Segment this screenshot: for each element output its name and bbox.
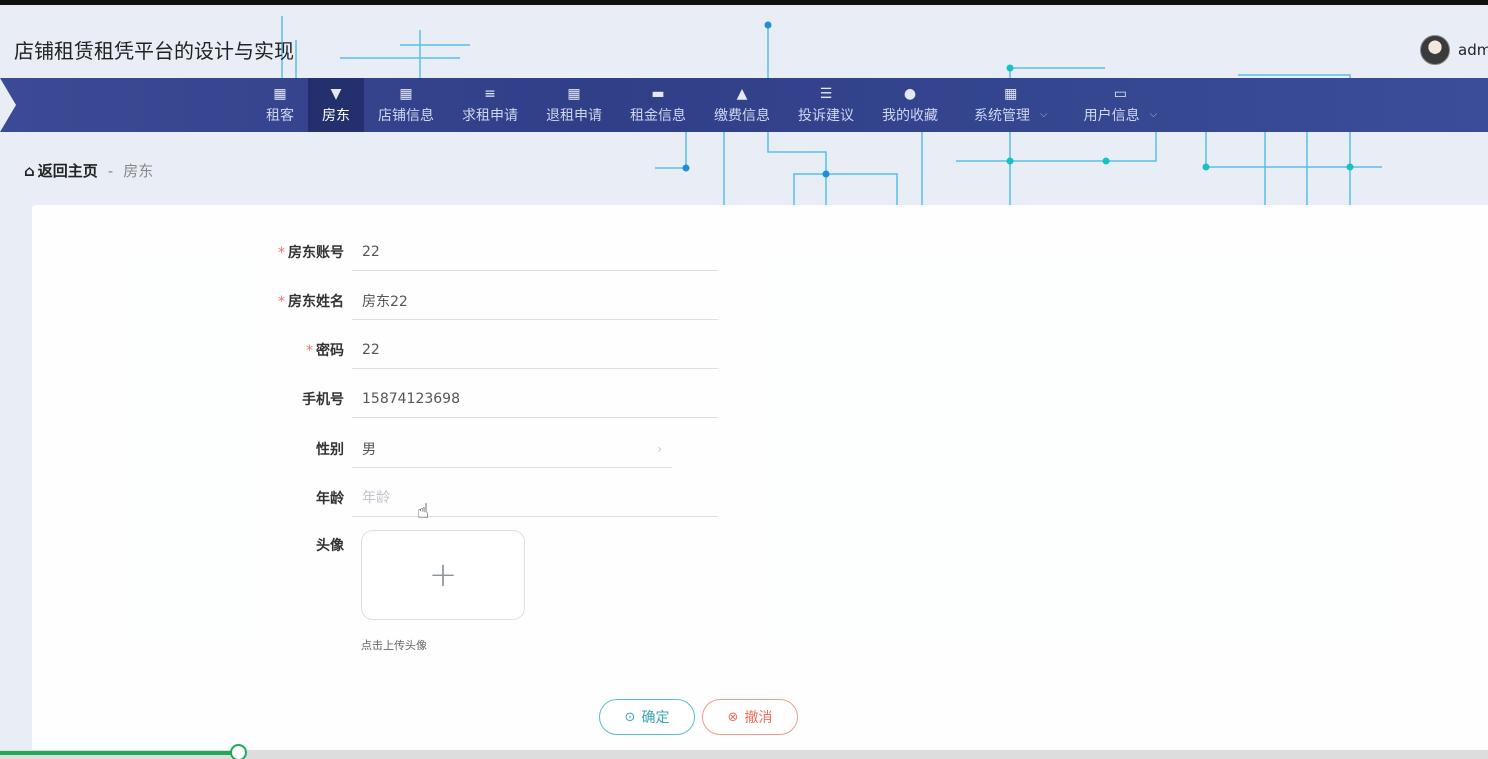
nav-item-complaints[interactable]: ☰ 投诉建议 xyxy=(784,78,868,132)
store-icon: ▬ xyxy=(651,85,665,102)
form-row-avatar: 头像 xyxy=(32,535,352,555)
avatar-upload-box[interactable]: + xyxy=(361,530,525,620)
nav-item-rent-info[interactable]: ▬ 租金信息 xyxy=(616,78,700,132)
chevron-down-icon: ⌵ xyxy=(1149,109,1158,120)
card-icon: ▭ xyxy=(1113,85,1127,102)
landlord-form-panel: *房东账号 *房东姓名 *密码 手机号 性别 男 › 年龄 头像 + 点击上传头… xyxy=(32,205,1488,759)
nav-item-system-management[interactable]: ▦ 系统管理 ⌵ xyxy=(952,78,1070,132)
chevron-down-icon: ⌵ xyxy=(1040,109,1048,120)
nav-item-label: 租客 xyxy=(266,107,294,124)
nav-item-label: 缴费信息 xyxy=(714,107,770,124)
form-row-phone: 手机号 xyxy=(32,380,718,418)
main-navbar: ▦ 租客 ▼ 房东 ▦ 店铺信息 ≡ 求租申请 ▦ 退租申请 ▬ 租金信息 ▲ … xyxy=(0,78,1488,132)
name-label: * 房东姓名 xyxy=(278,294,344,310)
form-row-gender: 性别 男 › xyxy=(32,430,672,468)
nav-arrow-decoration xyxy=(0,78,16,132)
check-circle-icon: ⊙ xyxy=(624,709,636,725)
grid-icon: ▦ xyxy=(273,85,287,102)
breadcrumb: ⌂ 返回主页 - 房东 xyxy=(24,160,153,181)
nav-item-shop-info[interactable]: ▦ 店铺信息 xyxy=(364,78,448,132)
sliders-icon: ≡ xyxy=(484,85,496,102)
grid-icon: ▦ xyxy=(1004,85,1018,102)
nav-item-label: 退租申请 xyxy=(546,107,602,124)
age-label: 年龄 xyxy=(316,491,344,507)
gender-select[interactable]: 男 › xyxy=(352,430,672,468)
account-input[interactable] xyxy=(352,233,718,271)
gender-selected-value: 男 xyxy=(362,441,376,458)
home-icon: ⌂ xyxy=(24,161,35,180)
grid-icon: ▦ xyxy=(567,85,581,102)
form-row-password: * 密码 xyxy=(32,331,718,369)
user-name[interactable]: adm xyxy=(1458,41,1488,59)
avatar[interactable] xyxy=(1420,35,1450,65)
nav-item-label: 求租申请 xyxy=(462,107,518,124)
nav-item-landlords[interactable]: ▼ 房东 xyxy=(308,78,364,132)
phone-input[interactable] xyxy=(352,380,718,418)
nav-item-payment-info[interactable]: ▲ 缴费信息 xyxy=(700,78,784,132)
avatar-label: 头像 xyxy=(316,538,344,554)
form-row-account: * 房东账号 xyxy=(32,233,718,271)
breadcrumb-home[interactable]: ⌂ 返回主页 xyxy=(24,160,98,181)
nav-items: ▦ 租客 ▼ 房东 ▦ 店铺信息 ≡ 求租申请 ▦ 退租申请 ▬ 租金信息 ▲ … xyxy=(252,78,1171,132)
password-input[interactable] xyxy=(352,331,718,369)
breadcrumb-separator: - xyxy=(107,161,114,180)
upload-tip: 点击上传头像 xyxy=(361,639,427,652)
nav-item-label: 租金信息 xyxy=(630,107,686,124)
grid-icon: ▦ xyxy=(399,85,413,102)
gender-label: 性别 xyxy=(316,442,344,458)
video-progress-knob[interactable] xyxy=(230,744,248,759)
confirm-button[interactable]: ⊙ 确定 xyxy=(599,699,695,735)
plus-icon: + xyxy=(428,555,458,595)
user-icon: ● xyxy=(903,85,917,102)
user-menu[interactable]: adm xyxy=(1420,35,1488,65)
nav-item-tenants[interactable]: ▦ 租客 xyxy=(252,78,308,132)
nav-item-favorites[interactable]: ● 我的收藏 xyxy=(868,78,952,132)
nav-item-label: 房东 xyxy=(322,107,350,124)
nav-item-rent-request[interactable]: ≡ 求租申请 xyxy=(448,78,532,132)
nav-item-label: 用户信息 xyxy=(1083,107,1140,124)
nav-item-label: 店铺信息 xyxy=(378,107,434,124)
list-icon: ☰ xyxy=(819,85,833,102)
cancel-button[interactable]: ⊗ 撤消 xyxy=(702,699,798,735)
nav-item-user-info[interactable]: ▭ 用户信息 ⌵ xyxy=(1070,78,1172,132)
app-header: 店铺租赁租凭平台的设计与实现 adm xyxy=(0,5,1488,78)
breadcrumb-current: 房东 xyxy=(123,162,154,180)
nav-item-terminate-request[interactable]: ▦ 退租申请 xyxy=(532,78,616,132)
close-circle-icon: ⊗ xyxy=(727,709,739,725)
phone-label: 手机号 xyxy=(302,392,344,408)
age-input[interactable] xyxy=(352,479,718,517)
video-progress-fill xyxy=(0,751,239,755)
nav-item-label: 投诉建议 xyxy=(798,107,854,124)
brush-icon: ▼ xyxy=(330,85,342,102)
account-label: * 房东账号 xyxy=(278,245,344,261)
form-row-age: 年龄 xyxy=(32,479,718,517)
password-label: * 密码 xyxy=(306,343,344,359)
name-input[interactable] xyxy=(352,282,718,320)
nav-item-label: 系统管理 xyxy=(974,107,1030,124)
stamp-icon: ▲ xyxy=(736,85,748,102)
nav-item-label: 我的收藏 xyxy=(882,107,938,124)
hand-cursor-icon: ☝ xyxy=(417,499,430,523)
form-row-name: * 房东姓名 xyxy=(32,282,718,320)
site-title: 店铺租赁租凭平台的设计与实现 xyxy=(14,39,294,63)
chevron-right-icon: › xyxy=(657,441,662,456)
